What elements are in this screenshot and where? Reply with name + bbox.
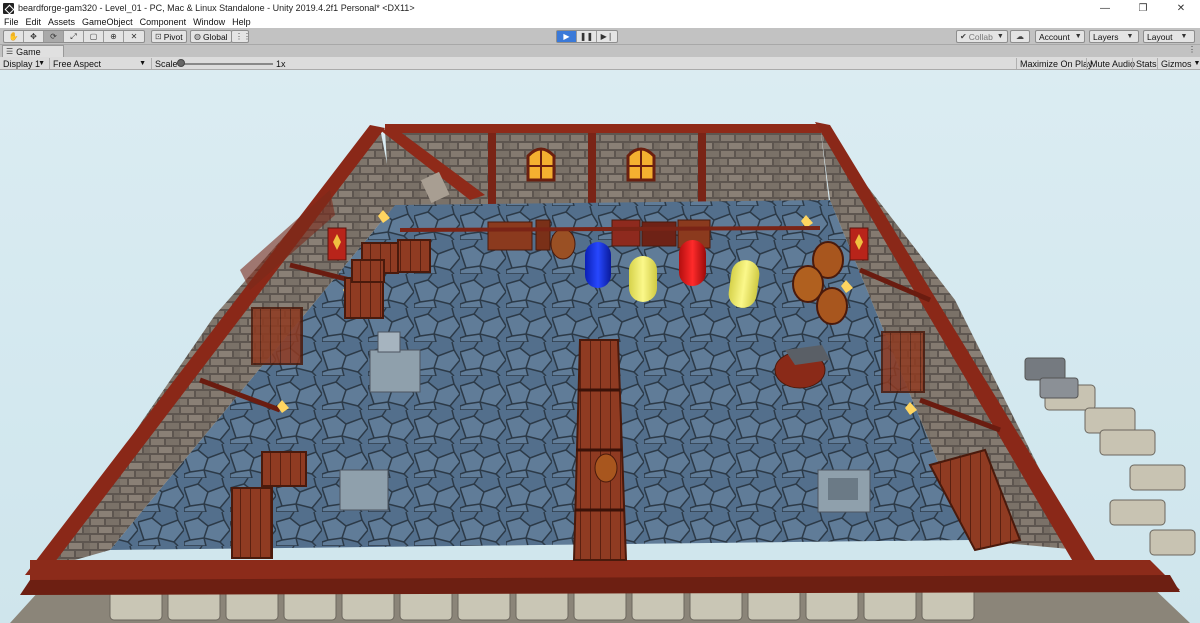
layers-label: Layers bbox=[1093, 31, 1119, 42]
menu-bar: File Edit Assets GameObject Component Wi… bbox=[0, 16, 1200, 28]
hand-tool-icon[interactable]: ✋ bbox=[4, 31, 24, 42]
global-label: Global bbox=[202, 31, 228, 42]
move-tool-icon[interactable]: ✥ bbox=[24, 31, 44, 42]
game-view-bar: Display 1 ▼ Free Aspect ▼ Scale 1x Maxim… bbox=[0, 57, 1200, 70]
globe-icon: ◍ bbox=[194, 32, 201, 41]
window-titlebar: beardforge-gam320 - Level_01 - PC, Mac &… bbox=[0, 0, 1200, 16]
chevron-down-icon: ▼ bbox=[1126, 33, 1134, 40]
layout-dropdown[interactable]: Layout ▼ bbox=[1143, 30, 1195, 43]
account-label: Account bbox=[1039, 31, 1070, 42]
grid-snap-icon: ⋮⋮ bbox=[235, 32, 251, 41]
chevron-down-icon: ▼ bbox=[139, 60, 146, 67]
rotate-tool-icon[interactable]: ⟳ bbox=[44, 31, 64, 42]
rect-tool-icon[interactable]: ▢ bbox=[84, 31, 104, 42]
tab-row: ☰ Game ⋮ bbox=[0, 45, 1200, 57]
stats-label: Stats bbox=[1136, 58, 1157, 69]
gamepad-icon: ☰ bbox=[6, 47, 14, 56]
snap-toggle[interactable]: ⋮⋮ bbox=[231, 30, 251, 43]
menu-component[interactable]: Component bbox=[140, 17, 187, 27]
custom-tool-icon[interactable]: ✕ bbox=[124, 31, 144, 42]
step-button[interactable]: ▶❘ bbox=[597, 31, 617, 42]
scale-value: 1x bbox=[276, 58, 286, 69]
scene-render bbox=[10, 122, 1196, 623]
scale-tool-icon[interactable]: ⤢ bbox=[64, 31, 84, 42]
maximize-on-play-toggle[interactable]: Maximize On Play bbox=[1016, 58, 1096, 69]
close-button[interactable]: ✕ bbox=[1162, 0, 1200, 16]
scale-value-wrap: 1x bbox=[273, 58, 293, 69]
global-toggle[interactable]: ◍ Global bbox=[190, 30, 232, 43]
account-dropdown[interactable]: Account ▼ bbox=[1035, 30, 1085, 43]
loose-stone bbox=[1039, 377, 1079, 399]
capsule-red[interactable] bbox=[679, 240, 706, 286]
main-toolbar: ✋ ✥ ⟳ ⤢ ▢ ⊕ ✕ ⊡ Pivot ◍ Global ⋮⋮ ▶ ❚❚ ▶… bbox=[0, 28, 1200, 45]
chevron-down-icon: ▼ bbox=[1193, 60, 1200, 67]
window-controls: — ❐ ✕ bbox=[1086, 0, 1200, 16]
transform-tool-icon[interactable]: ⊕ bbox=[104, 31, 124, 42]
scale-label: Scale bbox=[155, 58, 178, 69]
loose-stone bbox=[1024, 357, 1066, 381]
capsule-blue[interactable] bbox=[585, 242, 611, 288]
menu-assets[interactable]: Assets bbox=[48, 17, 75, 27]
play-button[interactable]: ▶ bbox=[557, 31, 577, 42]
display-dropdown[interactable]: Display 1 ▼ bbox=[0, 58, 48, 69]
chevron-down-icon: ▼ bbox=[1074, 33, 1082, 40]
display-label: Display 1 bbox=[3, 58, 41, 69]
minimize-button[interactable]: — bbox=[1086, 0, 1124, 16]
tab-menu-icon[interactable]: ⋮ bbox=[1188, 45, 1196, 54]
collab-dropdown[interactable]: ✔ Collab ▼ bbox=[956, 30, 1008, 43]
stats-toggle[interactable]: Stats bbox=[1132, 58, 1160, 69]
playback-controls: ▶ ❚❚ ▶❘ bbox=[556, 30, 618, 43]
chevron-down-icon: ▼ bbox=[996, 33, 1004, 40]
collab-label: Collab bbox=[968, 31, 993, 42]
window-right bbox=[626, 147, 656, 182]
game-viewport[interactable] bbox=[0, 70, 1200, 623]
cloud-button[interactable]: ☁ bbox=[1010, 30, 1030, 43]
window-title: beardforge-gam320 - Level_01 - PC, Mac &… bbox=[18, 3, 415, 13]
unity-logo-icon bbox=[3, 2, 14, 14]
window-left bbox=[526, 147, 556, 182]
menu-edit[interactable]: Edit bbox=[26, 17, 42, 27]
gizmos-dropdown[interactable]: Gizmos ▼ bbox=[1157, 58, 1200, 69]
menu-gameobject[interactable]: GameObject bbox=[82, 17, 133, 27]
layers-dropdown[interactable]: Layers ▼ bbox=[1089, 30, 1139, 43]
cloud-icon: ☁ bbox=[1016, 32, 1024, 41]
gizmos-label: Gizmos bbox=[1161, 58, 1192, 69]
transform-tools: ✋ ✥ ⟳ ⤢ ▢ ⊕ ✕ bbox=[3, 30, 145, 43]
scale-slider-handle[interactable] bbox=[177, 59, 185, 67]
wooden-walkway bbox=[572, 339, 628, 561]
mute-audio-label: Mute Audio bbox=[1090, 58, 1136, 69]
maximize-button[interactable]: ❐ bbox=[1124, 0, 1162, 16]
scale-slider-track[interactable] bbox=[183, 63, 273, 65]
maximize-on-play-label: Maximize On Play bbox=[1020, 58, 1093, 69]
pivot-toggle[interactable]: ⊡ Pivot bbox=[151, 30, 187, 43]
tab-game[interactable]: ☰ Game bbox=[2, 45, 64, 57]
pivot-icon: ⊡ bbox=[155, 32, 162, 41]
menu-help[interactable]: Help bbox=[232, 17, 251, 27]
chevron-down-icon: ▼ bbox=[1180, 33, 1188, 40]
pause-button[interactable]: ❚❚ bbox=[577, 31, 597, 42]
menu-window[interactable]: Window bbox=[193, 17, 225, 27]
tab-game-label: Game bbox=[16, 46, 41, 57]
collab-check-icon: ✔ bbox=[960, 32, 967, 41]
chevron-down-icon: ▼ bbox=[38, 60, 45, 67]
capsule-yellow-left[interactable] bbox=[629, 256, 657, 302]
aspect-label: Free Aspect bbox=[53, 58, 102, 69]
pivot-label: Pivot bbox=[163, 31, 183, 42]
mute-audio-toggle[interactable]: Mute Audio bbox=[1086, 58, 1138, 69]
aspect-dropdown[interactable]: Free Aspect ▼ bbox=[49, 58, 149, 69]
menu-file[interactable]: File bbox=[4, 17, 19, 27]
layout-label: Layout bbox=[1147, 31, 1173, 42]
